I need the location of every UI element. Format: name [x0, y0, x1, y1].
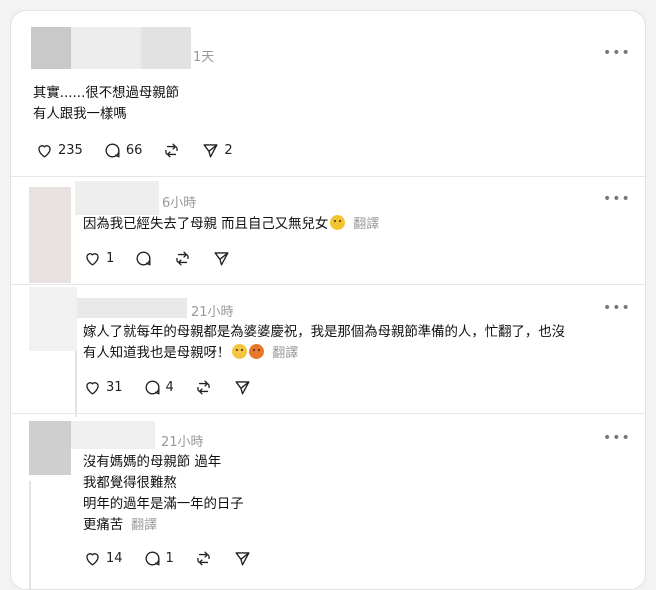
comment-icon: [105, 143, 120, 158]
comment-button[interactable]: 4: [143, 378, 174, 397]
send-icon: [235, 381, 250, 395]
thread-line: [75, 351, 77, 417]
post-text-line: 有人知道我也是母親呀！: [83, 346, 231, 361]
comment-button[interactable]: 66: [103, 141, 143, 160]
like-button[interactable]: 1: [83, 249, 114, 268]
repost-icon: [197, 551, 210, 566]
angry-face-emoji-icon: [249, 344, 265, 359]
heart-icon: [86, 382, 99, 395]
username-redacted: [31, 27, 191, 69]
heart-icon: [86, 553, 99, 566]
divider: [11, 284, 645, 285]
post-text: 因為我已經失去了母親 而且自己又無兒女 翻譯: [83, 214, 379, 235]
repost-icon: [176, 251, 189, 266]
post-time: 6小時: [162, 196, 197, 211]
post-text-line: 我都覺得很難熬: [83, 476, 177, 491]
post-text-line: 沒有媽媽的母親節 過年: [83, 455, 222, 470]
like-button[interactable]: 14: [83, 549, 123, 568]
more-options-button[interactable]: •••: [603, 300, 630, 316]
translate-link[interactable]: 翻譯: [131, 518, 157, 533]
username-redacted: [77, 298, 187, 318]
translate-link[interactable]: 翻譯: [272, 346, 298, 361]
username-redacted: [71, 421, 155, 449]
comment-button[interactable]: [134, 249, 153, 268]
like-button[interactable]: 235: [35, 141, 83, 160]
tired-face-emoji-icon: [232, 344, 248, 359]
share-count: 2: [224, 143, 233, 158]
share-button[interactable]: 2: [201, 141, 233, 160]
thread-line: [29, 481, 31, 589]
sad-face-emoji-icon: [330, 215, 346, 230]
like-count: 31: [106, 380, 123, 395]
divider: [11, 176, 645, 177]
post-text-line: 有人跟我一樣嗎: [33, 107, 127, 122]
translate-link[interactable]: 翻譯: [353, 217, 379, 232]
post-text-line: 明年的過年是滿一年的日子: [83, 497, 244, 512]
more-options-button[interactable]: •••: [603, 45, 630, 61]
comment-icon: [145, 551, 160, 566]
comment-icon: [145, 380, 160, 395]
send-icon: [203, 144, 218, 158]
post-text-line: 更痛苦: [83, 518, 124, 533]
comment-count: 4: [165, 380, 174, 395]
repost-button[interactable]: [194, 549, 213, 568]
like-count: 14: [106, 551, 123, 566]
post-time: 21小時: [161, 435, 204, 450]
post-time: 1天: [193, 50, 215, 65]
post-text: 其實......很不想過母親節 有人跟我一樣嗎: [33, 83, 179, 125]
comment-button[interactable]: 1: [143, 549, 174, 568]
send-icon: [214, 252, 229, 266]
comment-count: 66: [125, 143, 143, 158]
post-text: 沒有媽媽的母親節 過年 我都覺得很難熬 明年的過年是滿一年的日子 更痛苦 翻譯: [83, 452, 244, 536]
post-text: 嫁人了就每年的母親都是為婆婆慶祝，我是那個為母親節準備的人，忙翻了，也沒 有人知…: [83, 322, 565, 364]
like-count: 235: [58, 143, 83, 158]
repost-icon: [197, 380, 210, 395]
send-icon: [235, 552, 250, 566]
post-actions: 1: [83, 249, 251, 268]
avatar-redacted: [29, 187, 71, 283]
more-options-button[interactable]: •••: [603, 191, 630, 207]
repost-button[interactable]: [173, 249, 192, 268]
repost-button[interactable]: [194, 378, 213, 397]
avatar-redacted: [29, 287, 77, 351]
more-options-button[interactable]: •••: [603, 430, 630, 446]
post-actions: 235 66 2: [35, 141, 253, 160]
divider: [11, 413, 645, 414]
repost-icon: [165, 143, 179, 158]
share-button[interactable]: [233, 549, 252, 568]
repost-button[interactable]: [162, 141, 181, 160]
heart-icon: [86, 253, 99, 266]
post-actions: 31 4: [83, 378, 272, 397]
username-redacted: [75, 181, 159, 215]
like-count: 1: [106, 251, 115, 266]
heart-icon: [38, 145, 51, 158]
share-button[interactable]: [233, 378, 252, 397]
comment-count: 1: [165, 551, 174, 566]
post-text-line: 其實......很不想過母親節: [33, 86, 180, 101]
avatar-redacted: [29, 421, 71, 475]
post-text-line: 因為我已經失去了母親 而且自己又無兒女: [83, 217, 329, 232]
comment-icon: [136, 251, 151, 266]
post-time: 21小時: [191, 305, 234, 320]
thread-card: 1天 ••• 其實......很不想過母親節 有人跟我一樣嗎 235 66 2 …: [10, 10, 646, 590]
post-text-line: 嫁人了就每年的母親都是為婆婆慶祝，我是那個為母親節準備的人，忙翻了，也沒: [83, 325, 566, 340]
post-actions: 14 1: [83, 549, 272, 568]
like-button[interactable]: 31: [83, 378, 123, 397]
share-button[interactable]: [212, 249, 231, 268]
